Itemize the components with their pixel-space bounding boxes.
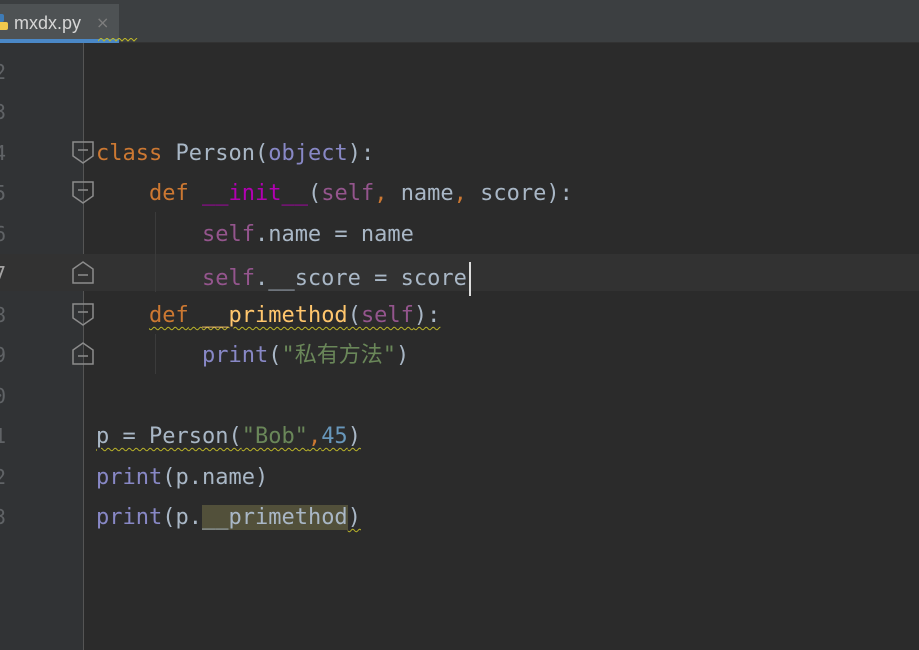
- fold-close-icon[interactable]: [71, 260, 95, 284]
- function-name: __primethod: [201, 303, 348, 328]
- punct: ,: [374, 181, 388, 206]
- punct: ): [347, 424, 361, 449]
- builtin-name: print: [96, 505, 163, 530]
- fold-close-icon[interactable]: [71, 341, 95, 365]
- line-number: 9: [0, 343, 7, 367]
- line-number: 6: [0, 222, 7, 246]
- punct: (: [347, 303, 361, 328]
- self-ref: self: [201, 266, 255, 291]
- code-text: (p.name): [162, 465, 269, 490]
- editor-tab-bar: mxdx.py ×: [0, 0, 919, 43]
- warning-squiggle: [98, 38, 138, 42]
- punct: ): [347, 505, 361, 530]
- class-name: Person: [175, 141, 255, 166]
- self-param: self: [321, 181, 375, 206]
- keyword: def: [148, 303, 189, 328]
- punct: ,: [307, 424, 322, 449]
- line-number: 7: [0, 262, 7, 286]
- number-literal: 45: [321, 424, 348, 449]
- punct: ): [395, 343, 410, 368]
- self-ref: self: [201, 222, 255, 247]
- magic-method-name: __init__: [201, 181, 308, 206]
- code-line[interactable]: def __init__(self, name, score):: [96, 181, 573, 207]
- punct: (: [307, 181, 322, 206]
- close-icon[interactable]: ×: [96, 13, 109, 32]
- keyword: def: [148, 181, 189, 206]
- line-number: 4: [0, 141, 7, 165]
- code-line[interactable]: self.__score = score: [96, 262, 471, 296]
- punct: ):: [546, 181, 573, 206]
- line-number: 0: [0, 384, 7, 408]
- code-text: (p.: [162, 505, 202, 530]
- punct: ):: [347, 141, 375, 166]
- param: name: [400, 181, 454, 206]
- keyword: class: [96, 141, 163, 166]
- param: score: [480, 181, 547, 206]
- line-number: 3: [0, 100, 7, 124]
- code-line[interactable]: class Person(object):: [96, 141, 374, 167]
- code-text: p = Person(: [96, 424, 242, 449]
- code-line[interactable]: self.name = name: [96, 222, 414, 248]
- text-caret: [468, 262, 471, 296]
- line-number: 5: [0, 181, 7, 205]
- line-number: 2: [0, 465, 7, 489]
- code-text: .__score = score: [254, 266, 467, 291]
- code-text: .name = name: [254, 222, 414, 247]
- fold-open-icon[interactable]: [71, 181, 95, 205]
- line-number: 1: [0, 424, 7, 448]
- code-line[interactable]: p = Person("Bob",45): [96, 424, 361, 450]
- punct: (: [254, 141, 269, 166]
- line-number: 8: [0, 303, 7, 327]
- string-literal: "Bob": [241, 424, 308, 449]
- string-literal: "私有方法": [281, 343, 396, 368]
- code-line[interactable]: print(p.__primethod): [96, 505, 361, 531]
- code-line[interactable]: def __primethod(self):: [96, 303, 440, 329]
- code-line[interactable]: print("私有方法"): [96, 343, 409, 369]
- fold-open-icon[interactable]: [71, 303, 95, 327]
- builtin-name: print: [96, 465, 163, 490]
- punct: (: [268, 343, 282, 368]
- punct: ):: [413, 303, 441, 328]
- builtin-name: print: [201, 343, 269, 368]
- self-param: self: [360, 303, 414, 328]
- line-number: 3: [0, 505, 7, 529]
- fold-open-icon[interactable]: [71, 141, 95, 165]
- code-line[interactable]: print(p.name): [96, 465, 268, 491]
- punct: ,: [453, 181, 467, 206]
- highlighted-usage: __primethod: [201, 505, 348, 530]
- line-number: 2: [0, 60, 7, 84]
- python-file-icon: [0, 14, 8, 30]
- builtin-name: object: [268, 141, 348, 166]
- tab-label: mxdx.py: [14, 13, 82, 33]
